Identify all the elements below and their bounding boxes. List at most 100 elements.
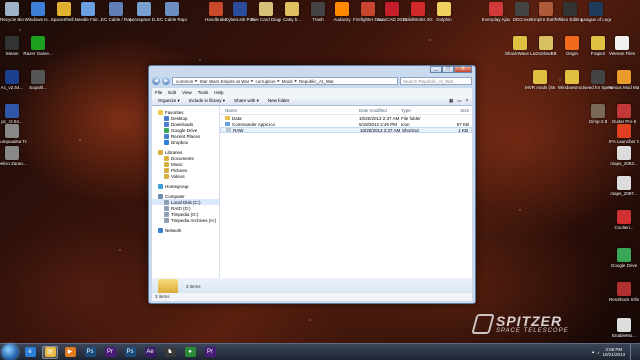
close-button[interactable]: X xyxy=(454,66,472,73)
desktop-icon[interactable]: Aerospace D... Modems 3.7 xyxy=(129,2,159,22)
desktop-icon[interactable]: MVR mods (Steam) xyxy=(525,70,555,90)
desktop-icon[interactable]: Windowsmo... xyxy=(558,70,586,90)
column-type-header[interactable]: Type xyxy=(401,108,436,113)
clock[interactable]: 3:08 PM 10/21/2013 xyxy=(602,347,625,357)
show-desktop-button[interactable] xyxy=(630,344,636,360)
desktop-icon[interactable]: Dolphin xyxy=(432,2,456,22)
file-row[interactable]: Commander Apps.ico 5/18/2012 2:45 PM Icon 6… xyxy=(220,121,472,127)
desktop-icon[interactable]: Needle Fair... xyxy=(75,2,101,22)
desktop-icon[interactable]: Gimp-2.8 xyxy=(586,104,610,124)
menu-edit[interactable]: Edit xyxy=(168,90,176,95)
desktop-icon[interactable]: EC Cable Rapunz BGM xyxy=(157,2,187,22)
taskbar-app-button[interactable]: ▤ xyxy=(42,345,58,359)
desktop-icon[interactable]: maps_2097... xyxy=(610,176,638,196)
desktop-icon[interactable]: Ac_v2.54... xyxy=(0,70,24,90)
column-date-header[interactable]: Date modified xyxy=(359,108,401,113)
desktop-icon[interactable]: DxSlowBB xyxy=(534,36,558,56)
breadcrumb-0[interactable]: common xyxy=(176,79,193,84)
breadcrumb-4[interactable]: Republic_At_War xyxy=(299,79,334,84)
volume-icon[interactable]: ♪ xyxy=(597,350,599,355)
taskbar-app-button[interactable]: Ae xyxy=(142,346,158,359)
share-with-button[interactable]: Share with ▾ xyxy=(234,98,259,104)
file-name: RAW xyxy=(233,127,244,133)
desktop-icon[interactable]: CyberLink PowerDVD 12 xyxy=(225,2,255,22)
nav-item[interactable]: Timpedia Archives (H:) xyxy=(152,217,219,223)
nav-item[interactable]: Homegroup xyxy=(152,183,219,189)
nav-item[interactable]: Videos xyxy=(152,173,219,179)
taskbar-app-button[interactable]: Ps xyxy=(122,346,138,359)
preview-pane-icon[interactable]: ▭ xyxy=(457,98,461,104)
desktop-icon[interactable]: Cumpuadsa Tracking xyxy=(0,124,27,144)
column-size-header[interactable]: Size xyxy=(436,108,472,113)
address-bar[interactable]: common ▸ Star Wars Empire at War ▸ corrupt… xyxy=(172,77,398,85)
desktop-icon-label: EC Cable Rapunz BGM xyxy=(157,17,187,22)
menu-view[interactable]: View xyxy=(182,90,192,95)
desktop-icon[interactable]: Recycle Bin xyxy=(0,2,24,22)
desktop-icon[interactable]: AutoCAD 2013 - Eng... xyxy=(377,2,407,22)
desktop-icon[interactable]: Google Drive xyxy=(611,248,637,268)
details-text: 3 items xyxy=(186,284,201,289)
file-row[interactable]: Data 10/20/2013 2:37 AM File folder xyxy=(220,115,472,121)
include-in-library-button[interactable]: Include in library ▾ xyxy=(189,98,225,104)
desktop-icon[interactable]: Steam xyxy=(0,36,24,56)
desktop-icon[interactable]: Sopahl... xyxy=(26,70,50,90)
breadcrumb-2[interactable]: corruption xyxy=(255,79,275,84)
maximize-button[interactable]: □ xyxy=(442,66,454,73)
taskbar-app-button[interactable]: ● xyxy=(182,346,198,359)
taskbar-app-button[interactable]: Pr xyxy=(102,346,118,359)
menu-tools[interactable]: Tools xyxy=(198,90,209,95)
explorer-window[interactable]: _ □ X ◀ ▶ common ▸ Star Wars Empire at Wa… xyxy=(148,65,476,304)
forward-button[interactable]: ▶ xyxy=(162,77,170,85)
tray-arrow-icon[interactable]: ▴ xyxy=(592,349,594,355)
desktop-icon[interactable]: Nexus Mod Manager xyxy=(609,70,639,90)
desktop-icon[interactable]: Video Editing xyxy=(557,2,583,22)
desktop-icon[interactable]: Everyday Ajax xyxy=(482,2,510,22)
desktop-icon[interactable]: Origin xyxy=(560,36,584,56)
minimize-button[interactable]: _ xyxy=(430,66,442,73)
breadcrumb-1[interactable]: Star Wars Empire at War xyxy=(200,79,250,84)
desktop-icon[interactable]: maps_2053... xyxy=(610,146,638,166)
desktop-icon[interactable]: Delcio Zaran... xyxy=(0,146,27,166)
desktop-icon[interactable]: EnableMo... xyxy=(612,318,636,338)
app-icon xyxy=(385,2,399,16)
nav-item[interactable]: Dropbox xyxy=(152,139,219,145)
desktop-icon[interactable]: Catty b... xyxy=(280,2,304,22)
back-button[interactable]: ◀ xyxy=(152,77,160,85)
desktop-icon[interactable]: Need for Speed Shi... xyxy=(583,70,613,90)
taskbar-app-button[interactable]: e xyxy=(22,346,38,359)
desktop-icon[interactable]: IFA Launcher Gen xyxy=(609,124,639,144)
nav-item-icon xyxy=(164,199,169,205)
taskbar-app-button[interactable]: ▶ xyxy=(62,346,78,359)
desktop-icon[interactable]: SolidWorks 2013 x64... xyxy=(403,2,433,22)
desktop-icon[interactable]: Eve Card Diagram xyxy=(251,2,281,22)
taskbar-app-button[interactable]: Pr xyxy=(202,346,218,359)
column-name-header[interactable]: Name xyxy=(220,108,359,113)
nav-item[interactable]: Network xyxy=(152,227,219,233)
view-options-icon[interactable]: ▦ xyxy=(449,98,453,104)
desktop-icon[interactable]: Windows Is... xyxy=(25,2,51,22)
desktop-icon[interactable]: pc_r2.54... xyxy=(0,104,24,124)
menu-help[interactable]: Help xyxy=(214,90,223,95)
desktop-icon[interactable]: Veteran Files xyxy=(609,36,635,56)
app-icon xyxy=(565,70,579,84)
desktop-icon[interactable]: Guitar Pro 6 xyxy=(612,104,636,124)
file-list[interactable]: Name Date modified Type Size Data 10/20/2… xyxy=(220,106,472,278)
breadcrumb-3[interactable]: Mods xyxy=(282,79,293,84)
taskbar-app-button[interactable]: ♞ xyxy=(162,346,178,359)
desktop-icon[interactable]: ShockWave Launcher xyxy=(505,36,535,56)
menu-file[interactable]: File xyxy=(155,90,162,95)
desktop-icon[interactable]: EC Cable / Rapunz Edit... xyxy=(101,2,131,22)
search-input[interactable]: Search Republic_At_War xyxy=(400,77,472,85)
file-row[interactable]: RAW 10/20/2013 2:37 AM Shortcut 1 KB xyxy=(220,127,472,133)
start-button[interactable] xyxy=(2,344,18,360)
desktop-icon[interactable]: Razer Game... xyxy=(23,36,53,56)
new-folder-button[interactable]: New folder xyxy=(268,98,290,103)
taskbar-app-button[interactable]: Ps xyxy=(82,346,98,359)
desktop-icon[interactable]: Coolieri... xyxy=(612,210,636,230)
desktop-icon[interactable]: League of Legends xyxy=(581,2,611,22)
desktop-icon[interactable]: Audacity xyxy=(330,2,354,22)
organize-button[interactable]: Organize ▾ xyxy=(158,98,180,104)
navigation-pane[interactable]: Favorites Desktop Downloads Google Drive Rec… xyxy=(152,106,220,278)
help-icon[interactable]: ? xyxy=(465,98,468,104)
desktop-icon[interactable]: ResShock Infinite xyxy=(609,282,639,302)
